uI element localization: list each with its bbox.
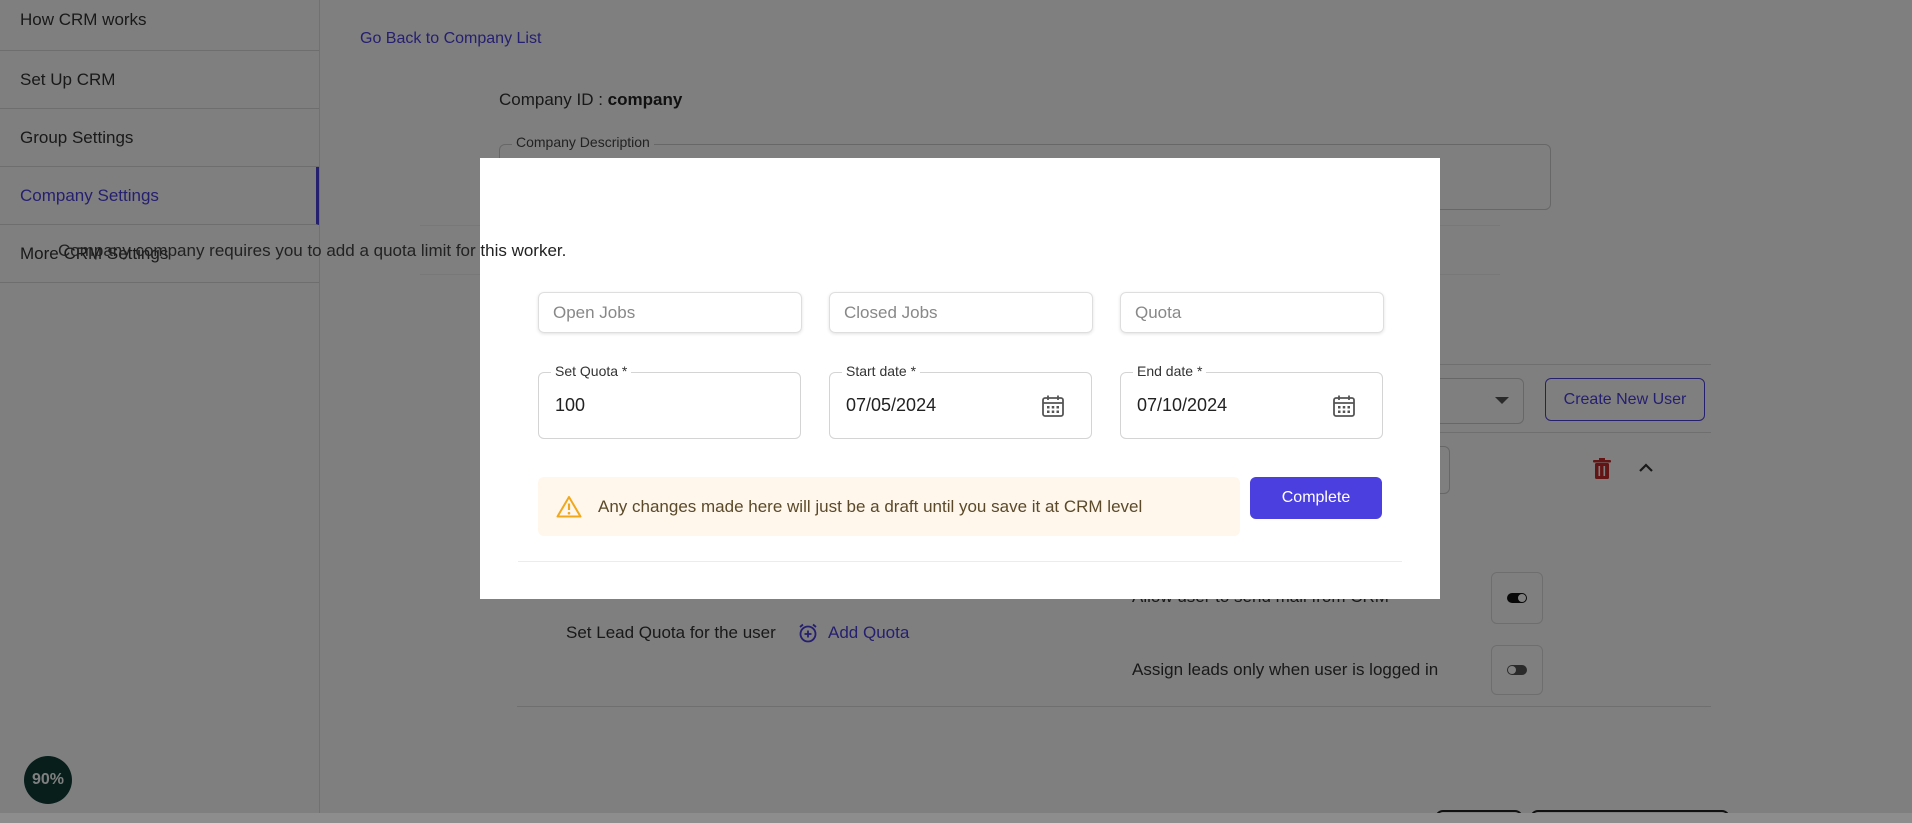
modal-message: Company company requires you to add a qu… [58, 241, 567, 260]
set-quota-label: Set Quota * [551, 363, 632, 379]
end-date-label: End date * [1133, 363, 1207, 379]
calendar-icon[interactable] [1332, 394, 1356, 418]
start-date-label: Start date * [842, 363, 921, 379]
horizontal-scrollbar[interactable] [0, 813, 1912, 823]
open-jobs-box: Open Jobs [538, 292, 802, 333]
end-date-value[interactable]: 07/10/2024 [1137, 395, 1227, 416]
closed-jobs-box: Closed Jobs [829, 292, 1093, 333]
end-date-field[interactable]: End date * 07/10/2024 [1120, 363, 1383, 439]
set-quota-field[interactable]: Set Quota * 100 [538, 363, 801, 439]
complete-button[interactable]: Complete [1250, 477, 1382, 519]
warning-icon [556, 496, 582, 518]
set-quota-value[interactable]: 100 [555, 395, 585, 416]
quota-box: Quota [1120, 292, 1384, 333]
calendar-icon[interactable] [1041, 394, 1065, 418]
start-date-value[interactable]: 07/05/2024 [846, 395, 936, 416]
start-date-field[interactable]: Start date * 07/05/2024 [829, 363, 1092, 439]
draft-warning: Any changes made here will just be a dra… [538, 477, 1240, 536]
draft-warning-text: Any changes made here will just be a dra… [598, 496, 1143, 516]
